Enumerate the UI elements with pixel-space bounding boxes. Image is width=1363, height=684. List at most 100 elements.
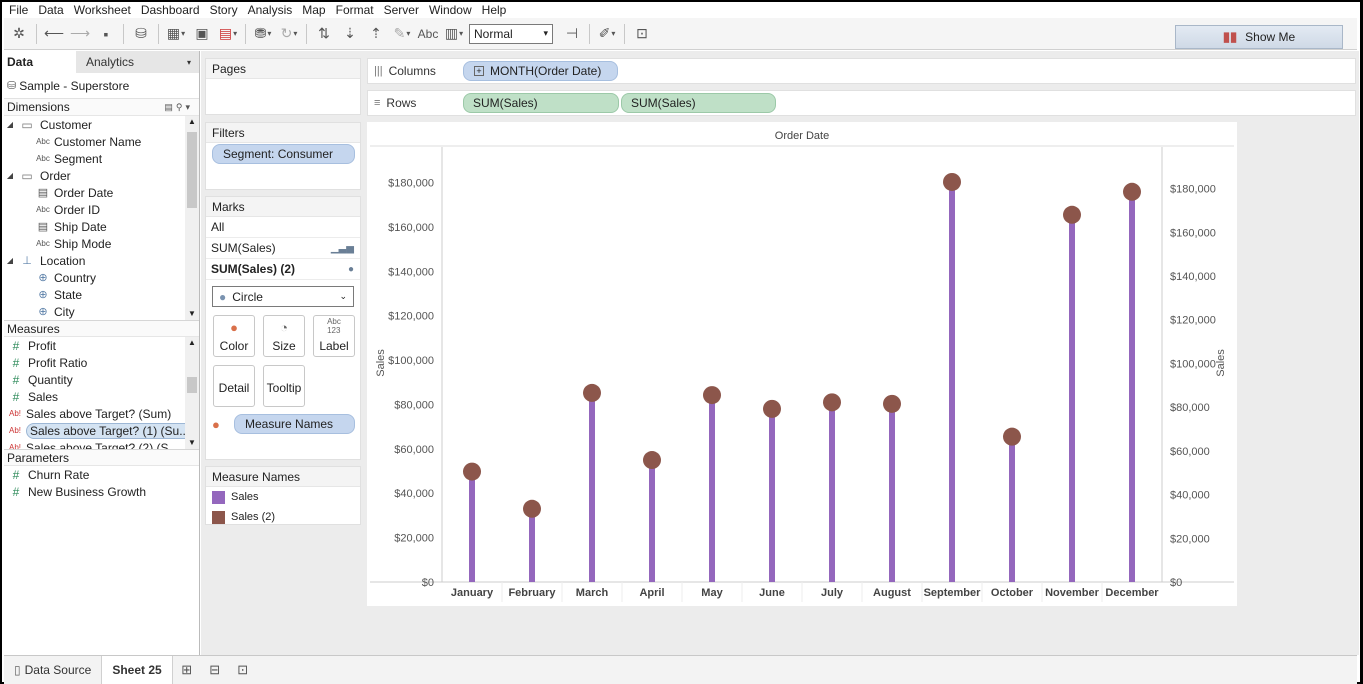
circle-mark[interactable] <box>763 399 781 418</box>
rows-pill[interactable]: SUM(Sales) <box>621 93 776 113</box>
pause-updates-icon[interactable]: ⛃ <box>252 23 274 45</box>
show-labels-button[interactable]: Abc <box>417 23 439 45</box>
field-item[interactable]: ◢ ⊥ Location <box>4 252 199 269</box>
circle-mark[interactable] <box>943 172 961 191</box>
tableau-logo-icon[interactable]: ✲ <box>8 23 30 45</box>
circle-mark[interactable] <box>1063 205 1081 224</box>
duplicate-sheet-icon[interactable]: ▣ <box>191 23 213 45</box>
sort-ascending-icon[interactable]: ⇣ <box>339 23 361 45</box>
field-item[interactable]: ⊕ Country <box>4 269 199 286</box>
field-item[interactable]: ▤ Order Date <box>4 184 199 201</box>
clear-sheet-icon[interactable]: ▤ <box>217 23 239 45</box>
label-button[interactable]: Abc 123 Label <box>313 315 355 357</box>
menu-item-file[interactable]: File <box>4 3 33 17</box>
bar-mark[interactable] <box>709 392 715 582</box>
detail-button[interactable]: Detail <box>213 365 255 407</box>
bar-mark[interactable] <box>889 401 895 582</box>
scroll-thumb[interactable] <box>187 377 197 393</box>
field-item[interactable]: Ab! Sales above Target? (Sum) <box>4 405 199 422</box>
chevron-down-icon[interactable]: ▼ <box>185 438 199 447</box>
field-item[interactable]: Abc Order ID <box>4 201 199 218</box>
field-item[interactable]: # Quantity <box>4 371 199 388</box>
marks-layer-row[interactable]: SUM(Sales) (2) ● <box>206 259 360 280</box>
new-datasource-icon[interactable]: ⛁ <box>130 23 152 45</box>
measures-scrollbar[interactable]: ▲ ▼ <box>185 337 199 449</box>
menu-item-server[interactable]: Server <box>379 3 424 17</box>
menu-item-worksheet[interactable]: Worksheet <box>69 3 136 17</box>
circle-mark[interactable] <box>583 383 601 402</box>
swap-icon[interactable]: ⇅ <box>313 23 335 45</box>
field-item[interactable]: Ab! Sales above Target? (1) (Su... <box>4 422 199 439</box>
dimensions-scrollbar[interactable]: ▲ ▼ <box>185 116 199 320</box>
circle-mark[interactable] <box>823 393 841 412</box>
bar-mark[interactable] <box>1069 209 1075 582</box>
presentation-icon[interactable]: ⊡ <box>631 23 653 45</box>
bar-mark[interactable] <box>649 458 655 582</box>
size-button[interactable]: ◔ Size <box>263 315 305 357</box>
circle-mark[interactable] <box>1003 427 1021 446</box>
expand-icon[interactable]: + <box>474 66 484 76</box>
chevron-up-icon[interactable]: ▲ <box>185 337 199 349</box>
collapse-icon[interactable]: ◢ <box>4 120 16 129</box>
bar-mark[interactable] <box>829 399 835 582</box>
menu-item-dashboard[interactable]: Dashboard <box>136 3 205 17</box>
new-story-icon[interactable]: ⊡ <box>229 662 257 678</box>
circle-mark[interactable] <box>523 499 541 518</box>
marks-layer-row[interactable]: All <box>206 217 360 238</box>
circle-mark[interactable] <box>463 462 481 481</box>
menu-item-format[interactable]: Format <box>331 3 379 17</box>
bar-mark[interactable] <box>469 469 475 582</box>
circle-mark[interactable] <box>643 451 661 470</box>
show-me-button[interactable]: ▮▮ Show Me <box>1175 25 1343 49</box>
new-worksheet-icon[interactable]: ⊞ <box>173 662 201 678</box>
bar-mark[interactable] <box>949 175 955 582</box>
menu-icon[interactable]: ▾ <box>187 58 191 67</box>
refresh-icon[interactable]: ↻ <box>278 23 300 45</box>
field-item[interactable]: Abc Segment <box>4 150 199 167</box>
chevron-down-icon[interactable]: ▼ <box>185 309 199 318</box>
datasource-tab[interactable]: ▯ Data Source <box>4 655 103 684</box>
undo-icon[interactable]: ⟵ <box>43 23 65 45</box>
scroll-thumb[interactable] <box>187 132 197 208</box>
tooltip-button[interactable]: Tooltip <box>263 365 305 407</box>
circle-mark[interactable] <box>883 394 901 413</box>
collapse-icon[interactable]: ◢ <box>4 171 16 180</box>
circle-mark[interactable] <box>1123 182 1141 201</box>
new-worksheet-icon[interactable]: ▦ <box>165 23 187 45</box>
field-item[interactable]: Abc Ship Mode <box>4 235 199 252</box>
pin-icon[interactable]: ⊣ <box>561 23 583 45</box>
bar-mark[interactable] <box>1009 434 1015 582</box>
field-item[interactable]: Ab! Sales above Target? (2) (S... <box>4 439 199 450</box>
menu-item-map[interactable]: Map <box>297 3 330 17</box>
field-item[interactable]: # Sales <box>4 388 199 405</box>
annotate-icon[interactable]: ✐ <box>596 23 618 45</box>
color-button[interactable]: ● Color <box>213 315 255 357</box>
bar-mark[interactable] <box>1129 185 1135 582</box>
field-item[interactable]: # New Business Growth <box>4 483 199 500</box>
field-item[interactable]: ◢ ▭ Order <box>4 167 199 184</box>
menu-item-story[interactable]: Story <box>205 3 243 17</box>
field-item[interactable]: # Profit <box>4 337 199 354</box>
tab-analytics[interactable]: Analytics ▾ <box>76 51 199 73</box>
field-item[interactable]: ⊕ State <box>4 286 199 303</box>
menu-item-window[interactable]: Window <box>424 3 477 17</box>
save-icon[interactable]: ▪ <box>95 23 117 45</box>
redo-icon[interactable]: ⟶ <box>69 23 91 45</box>
highlight-icon[interactable]: ✎ <box>391 23 413 45</box>
datasource-item[interactable]: ⛁ Sample - Superstore <box>4 73 199 99</box>
mark-type-select[interactable]: ● Circle ⌄ <box>212 286 354 307</box>
fit-select[interactable]: Normal ▾ <box>469 23 553 44</box>
field-item[interactable]: ▤ Ship Date <box>4 218 199 235</box>
collapse-icon[interactable]: ◢ <box>4 256 16 265</box>
columns-pill[interactable]: + MONTH(Order Date) <box>463 61 618 81</box>
menu-item-help[interactable]: Help <box>477 3 512 17</box>
new-dashboard-icon[interactable]: ⊟ <box>201 662 229 678</box>
measure-names-pill[interactable]: Measure Names <box>234 414 355 434</box>
legend-item[interactable]: Sales <box>206 487 360 507</box>
tab-data[interactable]: Data <box>4 51 76 73</box>
field-item[interactable]: # Profit Ratio <box>4 354 199 371</box>
rows-pill[interactable]: SUM(Sales) <box>463 93 619 113</box>
menu-item-analysis[interactable]: Analysis <box>243 3 298 17</box>
field-item[interactable]: ⊕ City <box>4 303 199 320</box>
chevron-up-icon[interactable]: ▲ <box>185 116 199 128</box>
